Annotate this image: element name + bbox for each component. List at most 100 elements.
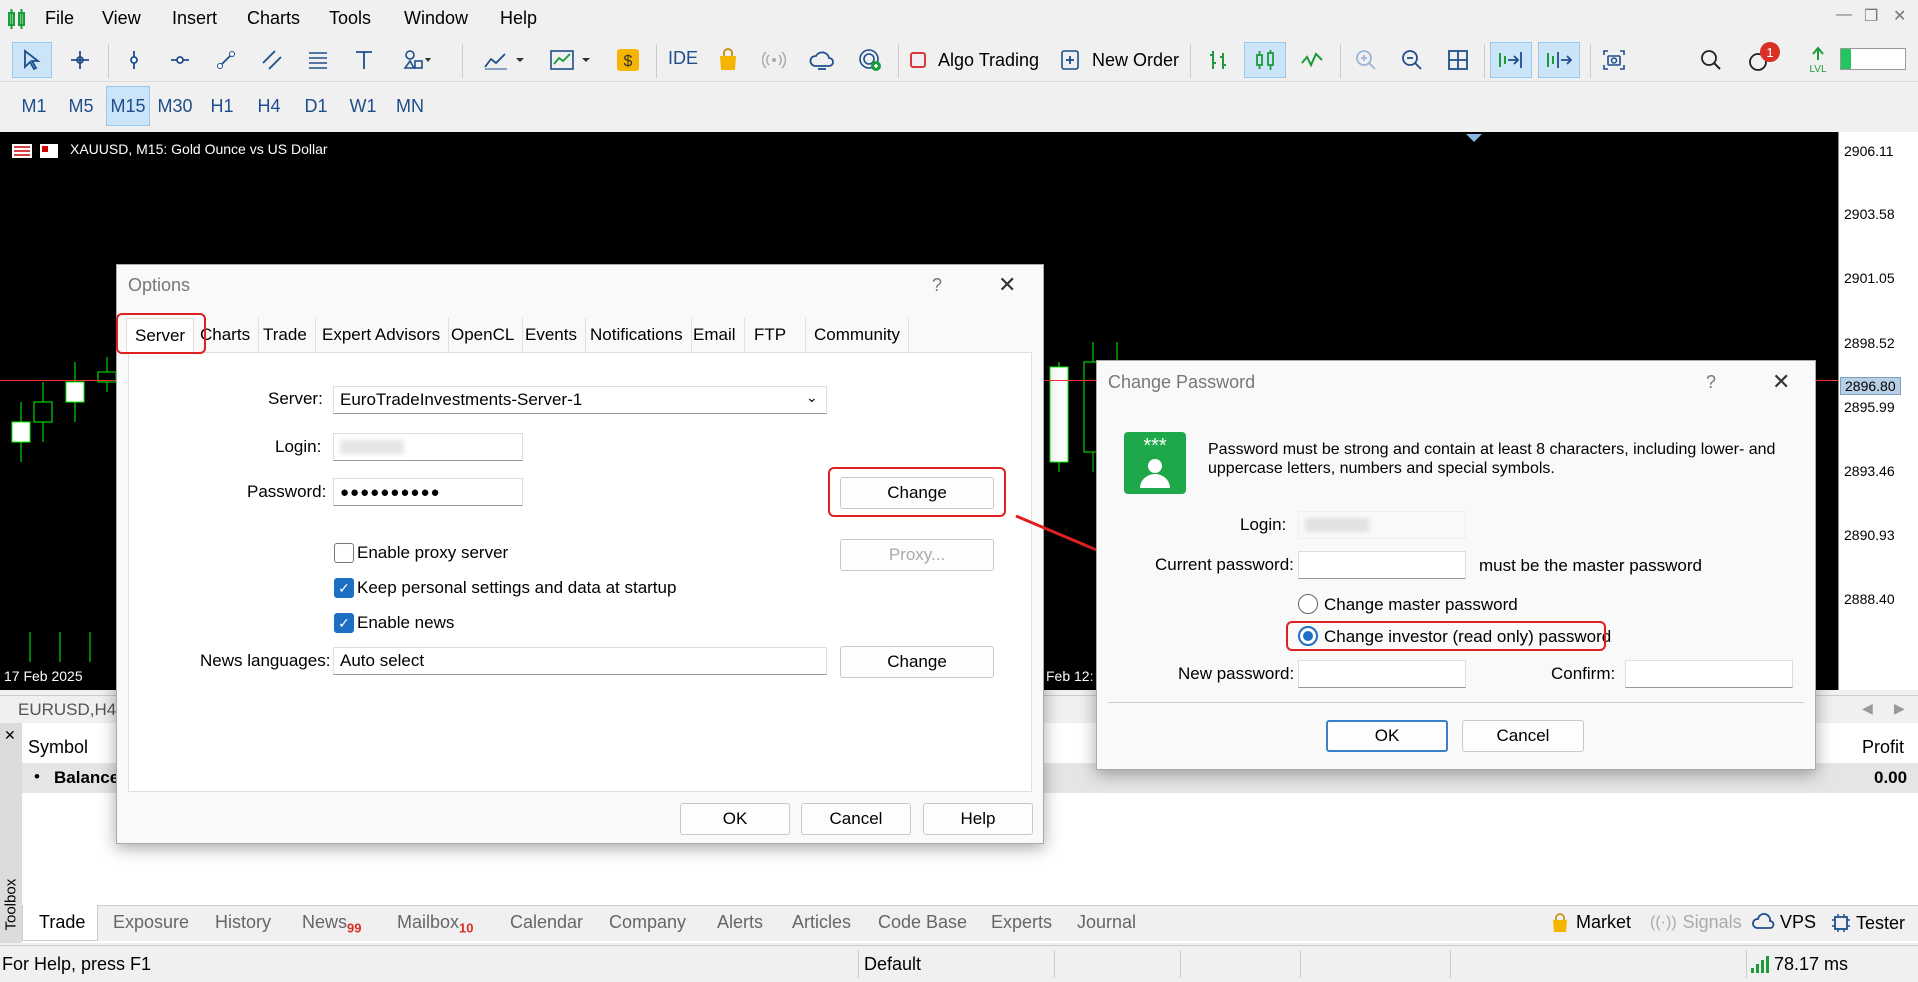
chart-type-button[interactable] xyxy=(478,42,534,78)
cp-cancel-button[interactable]: Cancel xyxy=(1462,720,1584,752)
tab-ftp[interactable]: FTP xyxy=(746,318,806,352)
options-close-icon[interactable]: ✕ xyxy=(998,272,1016,298)
bar-chart-button[interactable] xyxy=(1200,42,1236,78)
market-link[interactable]: Market xyxy=(1550,912,1631,933)
grid-button[interactable] xyxy=(1440,42,1476,78)
scroll-left-icon[interactable]: ◀ xyxy=(1862,700,1873,717)
shapes-button[interactable] xyxy=(392,42,444,78)
menu-file[interactable]: File xyxy=(45,8,74,29)
tf-m30[interactable]: M30 xyxy=(153,86,197,126)
help-question-icon[interactable]: ? xyxy=(1706,372,1716,393)
tab-notifications[interactable]: Notifications xyxy=(582,318,692,352)
tf-m5[interactable]: M5 xyxy=(59,86,103,126)
signals-radar-button[interactable] xyxy=(852,42,888,78)
news-languages-field[interactable]: Auto select xyxy=(333,647,827,675)
candlestick-button[interactable] xyxy=(1244,42,1286,78)
radio-change-master[interactable] xyxy=(1298,594,1318,614)
tf-d1[interactable]: D1 xyxy=(294,86,338,126)
tab-journal[interactable]: Journal xyxy=(1077,912,1136,933)
proxy-button[interactable]: Proxy... xyxy=(840,539,994,571)
menu-help[interactable]: Help xyxy=(500,8,537,29)
symbol-column-header[interactable]: Symbol xyxy=(28,737,88,758)
tab-company[interactable]: Company xyxy=(609,912,686,933)
tab-email[interactable]: Email xyxy=(685,318,745,352)
tf-h1[interactable]: H1 xyxy=(200,86,244,126)
horizontal-line-button[interactable] xyxy=(162,42,198,78)
tf-w1[interactable]: W1 xyxy=(341,86,385,126)
tester-link[interactable]: Tester xyxy=(1830,912,1905,934)
profit-column-header[interactable]: Profit xyxy=(1862,737,1904,758)
password-field[interactable]: ●●●●●●●●●● xyxy=(333,478,523,506)
zoom-out-button[interactable] xyxy=(1394,42,1430,78)
tf-m15[interactable]: M15 xyxy=(106,86,150,126)
chart-shift-button[interactable] xyxy=(1538,42,1580,78)
tab-expert-advisors[interactable]: Expert Advisors xyxy=(314,318,450,352)
tab-exposure[interactable]: Exposure xyxy=(113,912,189,933)
tab-experts[interactable]: Experts xyxy=(991,912,1052,933)
signal-level-button[interactable]: LVL xyxy=(1800,42,1836,78)
cp-ok-button[interactable]: OK xyxy=(1326,720,1448,752)
tab-trade[interactable]: Trade xyxy=(255,318,316,352)
server-select[interactable]: EuroTradeInvestments-Server-1 ⌄ xyxy=(333,386,827,414)
confirm-password-field[interactable] xyxy=(1625,660,1793,688)
tf-mn[interactable]: MN xyxy=(388,86,432,126)
screenshot-button[interactable] xyxy=(1596,42,1632,78)
search-button[interactable] xyxy=(1696,42,1726,78)
options-ok-button[interactable]: OK xyxy=(680,803,790,835)
restore-icon[interactable]: ❐ xyxy=(1864,6,1878,26)
change-password-close-icon[interactable]: ✕ xyxy=(1772,369,1790,395)
ide-button[interactable]: IDE xyxy=(668,48,698,69)
menu-insert[interactable]: Insert xyxy=(172,8,217,29)
text-button[interactable] xyxy=(346,42,382,78)
trendline-button[interactable] xyxy=(208,42,244,78)
tab-mailbox[interactable]: Mailbox10 xyxy=(397,912,474,936)
vertical-line-button[interactable] xyxy=(116,42,152,78)
news-languages-change-button[interactable]: Change xyxy=(840,646,994,678)
tab-calendar[interactable]: Calendar xyxy=(510,912,583,933)
signals-button[interactable] xyxy=(756,42,792,78)
enable-proxy-checkbox[interactable] xyxy=(334,543,354,563)
new-password-field[interactable] xyxy=(1298,660,1466,688)
tab-community[interactable]: Community xyxy=(806,318,909,352)
login-field[interactable] xyxy=(333,433,523,461)
vps-cloud-button[interactable] xyxy=(804,42,840,78)
tab-alerts[interactable]: Alerts xyxy=(717,912,763,933)
menu-tools[interactable]: Tools xyxy=(329,8,371,29)
crosshair-button[interactable] xyxy=(62,42,98,78)
keep-settings-checkbox[interactable]: ✓ xyxy=(334,578,354,598)
tab-opencl[interactable]: OpenCL xyxy=(443,318,524,352)
close-toolbox-icon[interactable]: ✕ xyxy=(4,727,16,744)
chart-shift-marker[interactable] xyxy=(1466,134,1482,142)
options-cancel-button[interactable]: Cancel xyxy=(801,803,911,835)
tab-code-base[interactable]: Code Base xyxy=(878,912,967,933)
tab-trade[interactable]: Trade xyxy=(22,905,98,941)
tf-m1[interactable]: M1 xyxy=(12,86,56,126)
new-order-button[interactable]: New Order xyxy=(1060,42,1180,78)
vps-link[interactable]: VPS xyxy=(1752,912,1816,933)
menu-window[interactable]: Window xyxy=(404,8,468,29)
tf-h4[interactable]: H4 xyxy=(247,86,291,126)
tab-articles[interactable]: Articles xyxy=(792,912,851,933)
signals-link[interactable]: ((·)) Signals xyxy=(1650,912,1742,933)
tab-history[interactable]: History xyxy=(215,912,271,933)
market-bag-button[interactable] xyxy=(710,42,746,78)
channel-button[interactable] xyxy=(254,42,290,78)
minimize-icon[interactable]: — xyxy=(1836,6,1852,24)
current-password-field[interactable] xyxy=(1298,551,1466,579)
enable-news-checkbox[interactable]: ✓ xyxy=(334,613,354,633)
autoscroll-button[interactable] xyxy=(1490,42,1532,78)
algo-trading-button[interactable]: Algo Trading xyxy=(908,42,1058,78)
status-profile[interactable]: Default xyxy=(864,954,921,975)
fibonacci-button[interactable] xyxy=(300,42,336,78)
options-help-button[interactable]: Help xyxy=(923,803,1033,835)
tab-news[interactable]: News99 xyxy=(302,912,361,936)
menu-charts[interactable]: Charts xyxy=(247,8,300,29)
zoom-in-button[interactable] xyxy=(1348,42,1384,78)
cursor-tool-button[interactable] xyxy=(12,42,52,78)
tab-events[interactable]: Events xyxy=(517,318,586,352)
menu-view[interactable]: View xyxy=(102,8,141,29)
indicators-button[interactable] xyxy=(544,42,600,78)
dollar-button[interactable]: $ xyxy=(610,42,646,78)
line-chart-button[interactable] xyxy=(1294,42,1330,78)
help-question-icon[interactable]: ? xyxy=(932,275,942,296)
